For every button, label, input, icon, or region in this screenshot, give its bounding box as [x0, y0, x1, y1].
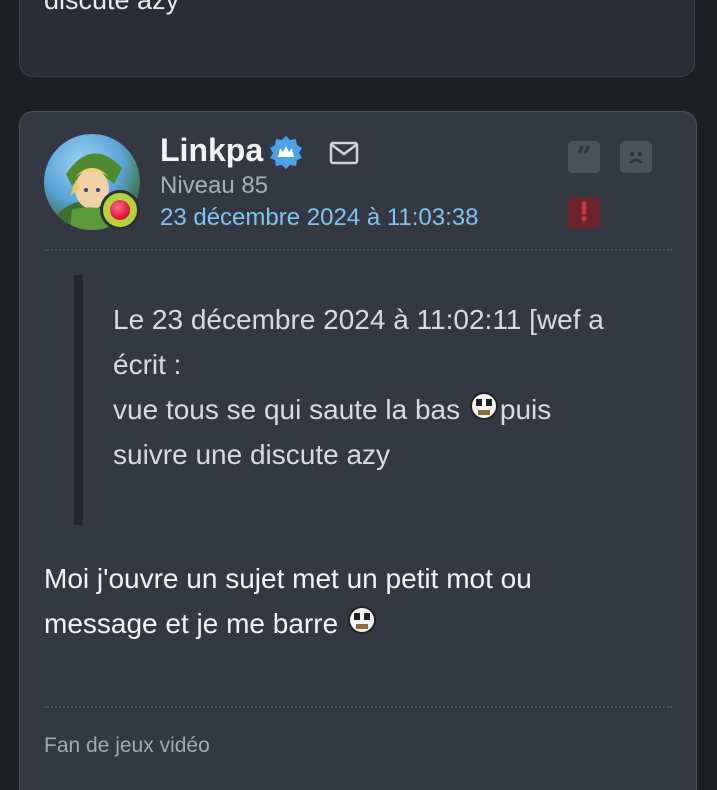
quote-line-text: vue tous se qui saute la bas	[113, 394, 468, 425]
quote-line: suivre une discute azy	[113, 439, 391, 470]
message-line: Moi j'ouvre un sujet met un petit mot ou	[44, 563, 532, 594]
sad-face-button[interactable]	[620, 141, 652, 173]
quote-block: Le 23 décembre 2024 à 11:02:11 [wef a éc…	[74, 275, 634, 525]
sad-face-icon	[629, 151, 643, 164]
quote-text: Le 23 décembre 2024 à 11:02:11 [wef a éc…	[113, 297, 653, 477]
level-badge	[100, 190, 140, 230]
report-button[interactable]: !	[568, 197, 600, 229]
smiley-icon	[347, 606, 376, 634]
message-line: message et je me barre	[44, 601, 664, 646]
quote-button[interactable]: ”	[568, 141, 600, 173]
previous-post-card: discute azy	[19, 0, 695, 77]
mail-icon[interactable]	[329, 141, 359, 165]
message-line-text: message et je me barre	[44, 608, 346, 639]
verified-badge-icon	[270, 136, 302, 169]
report-icon: !	[578, 198, 590, 228]
quote-header-cont: écrit :	[113, 349, 182, 380]
quote-header: Le 23 décembre 2024 à 11:02:11 [wef a	[113, 304, 604, 335]
message-body: Moi j'ouvre un sujet met un petit mot ou…	[44, 556, 664, 646]
avatar[interactable]	[44, 134, 140, 230]
author-level: Niveau 85	[160, 172, 269, 199]
signature-divider	[44, 706, 672, 708]
quote-line-text: puis	[499, 394, 552, 425]
author-name[interactable]: Linkpa	[160, 132, 263, 169]
header-divider	[44, 249, 672, 251]
page: discute azy Linkpa Niveau 85 23 décembre…	[0, 0, 717, 790]
post-date-link[interactable]: 23 décembre 2024 à 11:03:38	[160, 204, 478, 232]
smiley-icon	[469, 392, 498, 420]
gem-icon	[110, 200, 130, 220]
signature: Fan de jeux vidéo	[44, 734, 210, 757]
quote-icon: ”	[576, 142, 592, 172]
post-card: Linkpa Niveau 85 23 décembre 2024 à 11:0…	[19, 111, 697, 790]
previous-post-text: discute azy	[44, 0, 180, 15]
quote-line: vue tous se qui saute la bas puis	[113, 387, 653, 432]
